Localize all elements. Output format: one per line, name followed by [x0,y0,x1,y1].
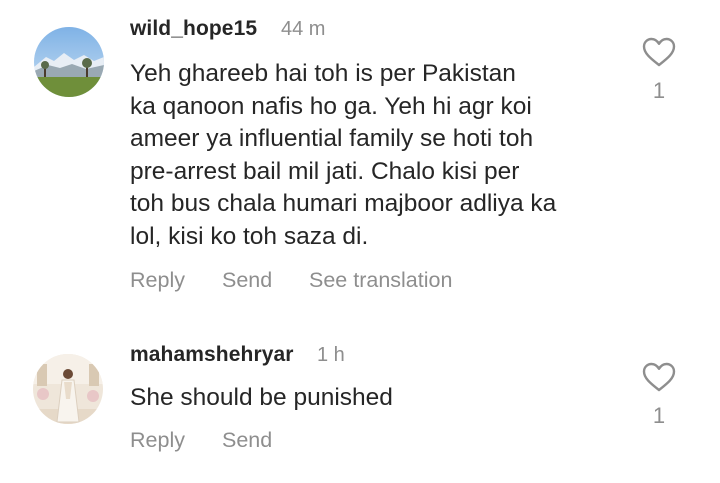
comment-text: Yeh ghareeb hai toh is per Pakistan ka q… [130,58,650,253]
send-button[interactable]: Send [222,268,272,293]
username[interactable]: mahamshehryar [130,343,294,367]
avatar[interactable] [33,354,103,424]
username[interactable]: wild_hope15 [130,17,257,41]
like-count: 1 [652,403,666,428]
person-in-white-dress-avatar [33,354,103,424]
comment-text-line: ameer ya influential family se hoti toh [130,125,534,152]
reply-button[interactable]: Reply [130,268,185,293]
timestamp: 1 h [317,344,345,366]
comment-text-line: pre-arrest bail mil jati. Chalo kisi per [130,157,520,185]
comment-text-line: ka qanoon nafis ho ga. Yeh hi agr koi [130,92,532,120]
comment-item: wild_hope15 44 m Yeh ghareeb hai toh is … [0,0,720,320]
comment-text-line: lol, kisi ko toh saza di. [130,222,369,250]
like-count: 1 [652,78,666,103]
send-button[interactable]: Send [222,428,272,453]
avatar[interactable] [34,27,104,97]
heart-outline-icon[interactable] [642,362,676,392]
reply-button[interactable]: Reply [130,428,185,453]
comment-text-line: She should be punished [130,384,393,411]
comment-text-line: Yeh ghareeb hai toh is per Pakistan [130,60,516,87]
timestamp: 44 m [281,18,326,40]
heart-outline-icon[interactable] [642,37,676,67]
see-translation-button[interactable]: See translation [309,268,452,293]
comment-text: She should be punished [130,382,650,415]
mountain-landscape-avatar [34,27,104,97]
comment-text-line: toh bus chala humari majboor adliya ka [130,190,557,217]
